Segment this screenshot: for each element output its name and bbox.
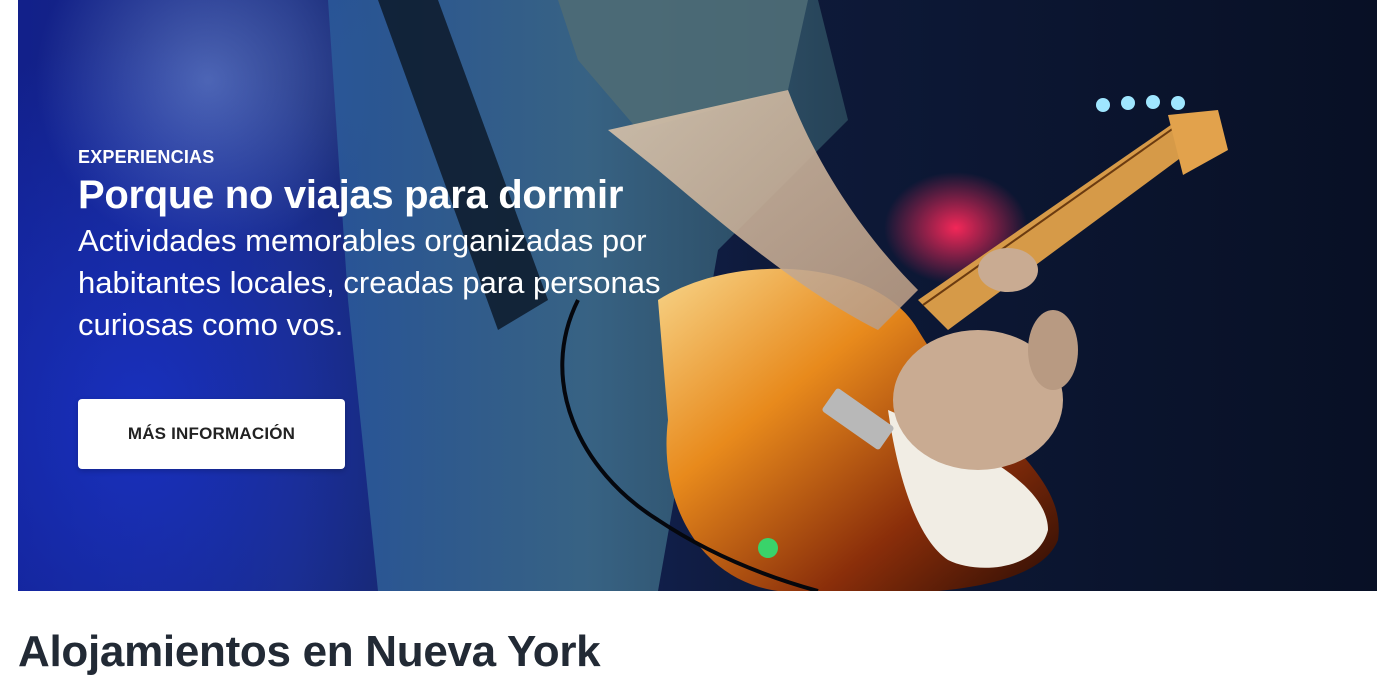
more-info-button[interactable]: MÁS INFORMACIÓN bbox=[78, 399, 345, 469]
hero-eyebrow: EXPERIENCIAS bbox=[78, 147, 215, 167]
hero-title: Porque no viajas para dormir bbox=[78, 173, 624, 217]
hero-banner: EXPERIENCIAS Porque no viajas para dormi… bbox=[18, 0, 1377, 591]
hero-subtitle: Actividades memorables organizadas por h… bbox=[78, 223, 661, 342]
section-title: Alojamientos en Nueva York bbox=[18, 627, 601, 676]
hero-content: EXPERIENCIAS Porque no viajas para dormi… bbox=[78, 146, 718, 346]
